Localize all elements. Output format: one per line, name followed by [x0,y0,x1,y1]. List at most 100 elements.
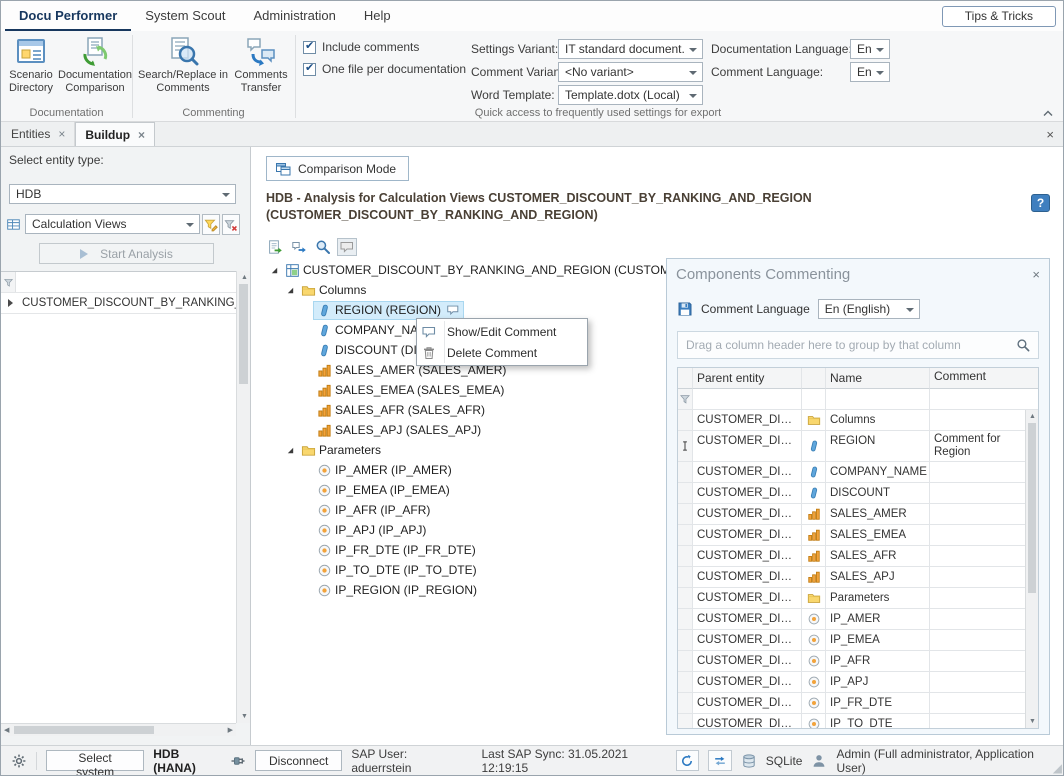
comments-table-row[interactable]: CUSTOMER_DISCOUNT_BY_RANKING_AND_REGIONI… [678,672,1025,693]
comments-table-row[interactable]: CUSTOMER_DISCOUNT_BY_RANKING_AND_REGIONI… [678,693,1025,714]
entity-type-select[interactable]: Calculation Views [25,214,200,234]
comments-table-row[interactable]: CUSTOMER_DISCOUNT_BY_RANKING_AND_REGIONS… [678,567,1025,588]
folder-icon [301,283,316,298]
filter-edit-button[interactable] [202,214,220,235]
entity-row[interactable]: CUSTOMER_DISCOUNT_BY_RANKING_AND_REGION [1,293,236,314]
word-template-select[interactable]: Template.dotx (Local) [558,85,703,105]
preview-button[interactable] [313,238,333,256]
comments-table-row[interactable]: CUSTOMER_DISCOUNT_BY_RANKING_AND_REGIONS… [678,546,1025,567]
expander-spacer [299,423,313,437]
measure-icon [807,570,821,584]
search-replace-comments-button[interactable]: Search/Replace in Comments [137,34,229,100]
row-edit-indicator [678,431,693,462]
group-by-panel[interactable]: Drag a column header here to group by th… [677,331,1039,359]
one-file-per-documentation-checkbox[interactable]: One file per documentation [303,62,466,76]
search-icon[interactable] [1016,338,1030,352]
entity-filter-row[interactable] [1,272,236,293]
menu-help[interactable]: Help [350,2,405,31]
show-comments-toggle[interactable] [337,238,357,256]
column-header-name[interactable]: Name [826,368,930,389]
tree-item[interactable]: IP_AFR (IP_AFR) [264,500,666,520]
collapse-ribbon-icon[interactable] [1039,105,1057,121]
table-scrollbar[interactable]: ▲ ▼ [1025,410,1038,728]
documentation-language-select[interactable]: En [850,39,890,59]
resize-grip[interactable]: ◢ [1053,761,1062,775]
scenario-directory-button[interactable]: Scenario Directory [3,34,59,100]
comments-transfer-button[interactable]: Comments Transfer [230,34,292,100]
comments-table-row[interactable]: CUSTOMER_DISCOUNT_BY_RANKING_AND_REGIONP… [678,588,1025,609]
comment-language-select[interactable]: En (English) [818,299,920,319]
start-analysis-button[interactable]: Start Analysis [39,243,214,264]
tree-item[interactable]: IP_TO_DTE (IP_TO_DTE) [264,560,666,580]
system-select[interactable]: HDB [9,184,236,204]
include-comments-checkbox[interactable]: Include comments [303,40,419,54]
tree-item[interactable]: IP_APJ (IP_APJ) [264,520,666,540]
expander-icon[interactable] [283,443,297,457]
column-header-parent-entity[interactable]: Parent entity [693,368,802,389]
menu-system-scout[interactable]: System Scout [131,2,239,31]
transfer-sync-button[interactable] [708,750,732,771]
expander-icon[interactable] [267,263,281,277]
comments-table-row[interactable]: CUSTOMER_DISCOUNT_BY_RANKING_AND_REGIONI… [678,651,1025,672]
tree-item[interactable]: CUSTOMER_DISCOUNT_BY_RANKING_AND_REGION … [264,260,666,280]
tab-entities[interactable]: Entities × [2,122,75,146]
comparison-mode-button[interactable]: Comparison Mode [266,156,409,181]
export-documentation-button[interactable] [265,238,285,256]
close-icon[interactable]: × [1032,267,1040,282]
comments-table-row[interactable]: CUSTOMER_DISCOUNT_BY_RANKING_AND_REGIONS… [678,525,1025,546]
comments-table-row[interactable]: CUSTOMER_DISCOUNT_BY_RANKING_AND_REGIONC… [678,462,1025,483]
expander-icon[interactable] [283,283,297,297]
transfer-comments-button[interactable] [289,238,309,256]
left-vertical-scrollbar[interactable]: ▲ ▼ [236,271,250,723]
table-filter-row[interactable] [678,389,1038,410]
tree-item[interactable]: SALES_AFR (SALES_AFR) [264,400,666,420]
expander-spacer [299,343,313,357]
sap-user-label: SAP User: aduerrstein [351,747,463,775]
comments-table-row[interactable]: CUSTOMER_DISCOUNT_BY_RANKING_AND_REGIONS… [678,504,1025,525]
left-horizontal-scrollbar[interactable]: ◀ ▶ [1,723,236,736]
row-gutter [678,483,693,504]
comments-table-row[interactable]: CUSTOMER_DISCOUNT_BY_RANKING_AND_REGIONI… [678,714,1025,729]
close-icon[interactable]: × [138,129,145,141]
tree-item[interactable]: IP_REGION (IP_REGION) [264,580,666,600]
help-button[interactable]: ? [1031,194,1050,212]
tree-item[interactable]: IP_EMEA (IP_EMEA) [264,480,666,500]
disconnect-button[interactable]: Disconnect [255,750,342,771]
tips-tricks-button[interactable]: Tips & Tricks [942,6,1056,27]
comments-table-row[interactable]: CUSTOMER_DISCOUNT_BY_RANKING_AND_REGIONC… [678,410,1025,431]
tree-item[interactable]: SALES_APJ (SALES_APJ) [264,420,666,440]
tab-buildup[interactable]: Buildup × [75,122,155,146]
comments-table-row[interactable]: CUSTOMER_DISCOUNT_BY_RANKING_AND_REGIONR… [678,431,1025,462]
column-header-comment[interactable]: Comment [930,368,1038,389]
save-icon[interactable] [677,301,693,317]
select-system-button[interactable]: Select system [46,750,144,771]
tree-item[interactable]: Parameters [264,440,666,460]
attribute-icon [807,486,821,500]
filter-clear-button[interactable] [222,214,240,235]
comments-table-row[interactable]: CUSTOMER_DISCOUNT_BY_RANKING_AND_REGIOND… [678,483,1025,504]
tree-item[interactable]: IP_AMER (IP_AMER) [264,460,666,480]
tree-item[interactable]: IP_FR_DTE (IP_FR_DTE) [264,540,666,560]
close-icon[interactable]: × [58,128,65,140]
tree-item[interactable]: Columns [264,280,666,300]
comment-variant-select[interactable]: <No variant> [558,62,703,82]
context-menu-item-delete-comment[interactable]: Delete Comment [417,342,587,363]
context-menu-item-show-edit-comment[interactable]: Show/Edit Comment [417,321,587,342]
close-icon[interactable]: × [1046,127,1054,142]
documentation-comparison-button[interactable]: Documentation Comparison [59,34,131,100]
comments-table-row[interactable]: CUSTOMER_DISCOUNT_BY_RANKING_AND_REGIONI… [678,630,1025,651]
comment-language-ribbon-select[interactable]: En [850,62,890,82]
column-header-icon[interactable] [802,368,826,389]
tree-item[interactable]: REGION (REGION) [264,300,666,320]
refresh-sync-button[interactable] [676,750,700,771]
tree-item[interactable]: SALES_EMEA (SALES_EMEA) [264,380,666,400]
gear-icon[interactable] [11,753,27,769]
menu-administration[interactable]: Administration [239,2,349,31]
folder-icon [807,591,821,605]
comment-bubble-icon [446,303,460,317]
menu-docu-performer[interactable]: Docu Performer [5,2,131,31]
cell-icon [802,546,826,567]
comments-table-row[interactable]: CUSTOMER_DISCOUNT_BY_RANKING_AND_REGIONI… [678,609,1025,630]
row-expander-icon[interactable] [8,299,17,307]
settings-variant-select[interactable]: IT standard document... [558,39,703,59]
